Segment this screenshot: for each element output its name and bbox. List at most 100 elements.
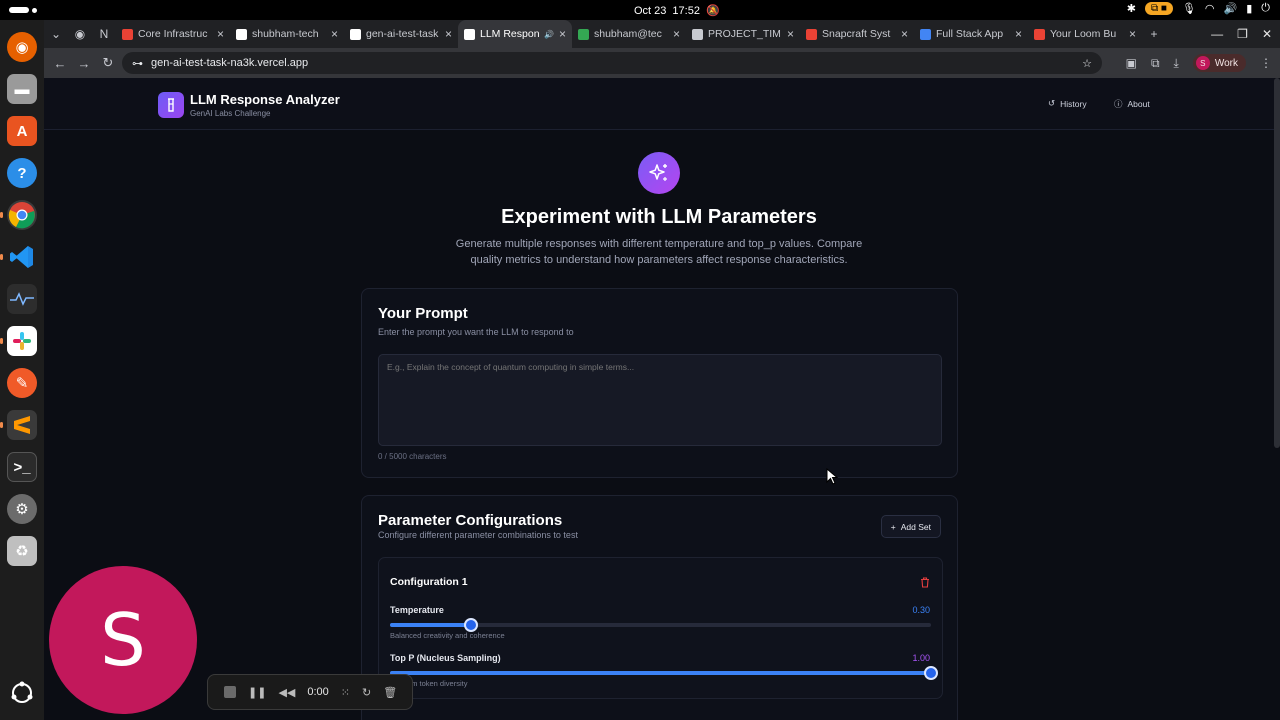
parameters-title: Parameter Configurations [378, 512, 563, 529]
trash-bin-icon[interactable]: ♻ [7, 536, 37, 566]
reload-icon[interactable]: ↻ [96, 55, 120, 71]
character-count: 0 / 5000 characters [378, 452, 447, 461]
delete-configuration-icon[interactable] [920, 575, 930, 593]
address-bar[interactable]: ⊶ gen-ai-test-task-na3k.vercel.app ☆ [122, 52, 1102, 74]
help-icon[interactable]: ? [7, 158, 37, 188]
browser-tab[interactable]: gen-ai-test-task × [344, 20, 458, 48]
temperature-slider[interactable] [390, 618, 931, 632]
tab-close-icon[interactable]: × [445, 27, 452, 41]
forward-icon[interactable]: → [72, 56, 96, 71]
browser-tab-bar: ⌄ ◉ N Core Infrastruc × shubham-tech × gen-a… [44, 20, 1280, 48]
app-center-icon[interactable]: A [7, 116, 37, 146]
top-p-slider[interactable] [390, 666, 938, 680]
top-p-slider-thumb[interactable] [924, 666, 938, 680]
tab-favicon-icon [350, 28, 361, 40]
tab-favicon-icon [122, 28, 133, 40]
tab-search-icon[interactable]: ⌄ [44, 27, 68, 41]
temperature-value: 0.30 [912, 605, 930, 615]
app-title: LLM Response Analyzer [190, 92, 340, 107]
temperature-slider-thumb[interactable] [464, 618, 479, 632]
maximize-icon[interactable]: ❐ [1237, 27, 1248, 41]
dnd-icon: 🔕 [705, 5, 720, 17]
tab-favicon-icon [806, 28, 817, 40]
tab-close-icon[interactable]: × [901, 27, 908, 41]
tab-title: Full Stack App [936, 28, 1004, 40]
tab-audio-icon[interactable]: 🔊 [544, 30, 554, 39]
tab-favicon-icon [692, 28, 703, 40]
sublime-text-icon[interactable] [0, 410, 37, 440]
tab-close-icon[interactable]: × [217, 27, 224, 41]
add-set-button[interactable]: + Add Set [880, 515, 941, 538]
bookmark-star-icon[interactable]: ☆ [1082, 57, 1092, 70]
profile-label: Work [1214, 57, 1238, 69]
tab-favicon-icon [920, 28, 931, 40]
tab-title: Snapcraft Syst [822, 28, 891, 40]
slack-icon[interactable] [0, 326, 37, 356]
browser-tab[interactable]: shubham@tec × [572, 20, 686, 48]
extension-badge-icon[interactable]: ▣ [1126, 56, 1137, 70]
history-link[interactable]: ↺ History [1048, 98, 1087, 109]
new-tab-button[interactable]: + [1142, 27, 1166, 41]
mouse-cursor-icon [826, 468, 838, 485]
tab-favicon-icon [1034, 28, 1045, 40]
show-apps-icon[interactable] [7, 678, 37, 708]
history-icon: ↺ [1048, 98, 1056, 108]
stop-recording-icon[interactable] [224, 686, 236, 698]
activities-button[interactable] [9, 7, 37, 13]
prompt-subtitle: Enter the prompt you want the LLM to res… [378, 327, 574, 337]
top-p-label: Top P (Nucleus Sampling) [390, 653, 501, 663]
system-clock[interactable]: Oct 23 17:52 🔕 [634, 4, 720, 18]
files-icon[interactable]: ▬ [7, 74, 37, 104]
restart-icon[interactable]: ↻ [362, 686, 371, 699]
about-label: About [1127, 99, 1150, 109]
download-icon[interactable]: ⤓ [1174, 56, 1179, 71]
grid-icon[interactable]: ⁙ [341, 686, 350, 699]
parameters-card: Parameter Configurations Configure diffe… [361, 495, 958, 720]
screen-record-indicator[interactable]: ⧉ ■ [1144, 2, 1173, 15]
browser-tab[interactable]: PROJECT_TIM × [686, 20, 800, 48]
site-info-icon[interactable]: ⊶ [132, 57, 143, 70]
browser-tab[interactable]: Full Stack App × [914, 20, 1028, 48]
close-window-icon[interactable]: ✕ [1262, 27, 1272, 41]
browser-tab[interactable]: Core Infrastruc × [116, 20, 230, 48]
pause-icon[interactable]: ❚❚ [248, 686, 266, 699]
beaker-logo-icon[interactable] [158, 92, 184, 118]
about-link[interactable]: ⓘ About [1114, 98, 1150, 110]
tab-close-icon[interactable]: × [1129, 27, 1136, 41]
tab-close-icon[interactable]: × [559, 27, 566, 41]
plus-icon: + [890, 521, 896, 532]
firefox-icon[interactable]: ◉ [7, 32, 37, 62]
tab-close-icon[interactable]: × [787, 27, 794, 41]
browser-menu-icon[interactable]: ⋮ [1260, 56, 1272, 70]
pinned-recording-tab[interactable]: ◉ [68, 27, 92, 41]
browser-tab[interactable]: Snapcraft Syst × [800, 20, 914, 48]
power-menu-icon[interactable]: ⏻ [1261, 2, 1270, 15]
browser-tab[interactable]: shubham-tech × [230, 20, 344, 48]
tab-title: shubham-tech [252, 28, 319, 40]
page-scrollbar[interactable] [1274, 78, 1280, 448]
rewind-icon[interactable]: ◀◀ [278, 686, 295, 699]
tab-close-icon[interactable]: × [673, 27, 680, 41]
pinned-notion-tab[interactable]: N [92, 27, 116, 41]
postman-icon[interactable]: ✎ [7, 368, 37, 398]
terminal-icon[interactable]: >_ [7, 452, 37, 482]
vscode-icon[interactable] [0, 242, 37, 272]
system-top-bar: Oct 23 17:52 🔕 ✱ ⧉ ■ 🎙 ◠ 🔊 ▮ ⏻ [0, 0, 1280, 20]
minimize-icon[interactable]: — [1211, 27, 1223, 41]
browser-tab[interactable]: Your Loom Bu × [1028, 20, 1142, 48]
extensions-puzzle-icon[interactable]: ⧉ [1151, 56, 1160, 71]
settings-icon[interactable]: ⚙ [7, 494, 37, 524]
ubuntu-dock: ◉ ▬ A ? ✎ >_ ⚙ ♻ [0, 20, 44, 720]
system-tray[interactable]: ✱ ⧉ ■ 🎙 ◠ 🔊 ▮ ⏻ [1127, 2, 1270, 15]
tab-close-icon[interactable]: × [1015, 27, 1022, 41]
delete-recording-icon[interactable]: 🗑 [383, 686, 397, 699]
profile-chip[interactable]: S Work [1192, 54, 1246, 72]
tab-title: shubham@tec [594, 28, 662, 40]
prompt-input[interactable] [378, 354, 942, 446]
back-icon[interactable]: ← [48, 56, 72, 71]
tab-title: PROJECT_TIM [708, 28, 781, 40]
tab-close-icon[interactable]: × [331, 27, 338, 41]
chrome-icon[interactable] [0, 200, 37, 230]
system-monitor-icon[interactable] [7, 284, 37, 314]
browser-tab[interactable]: LLM Respon 🔊 × [458, 20, 572, 48]
